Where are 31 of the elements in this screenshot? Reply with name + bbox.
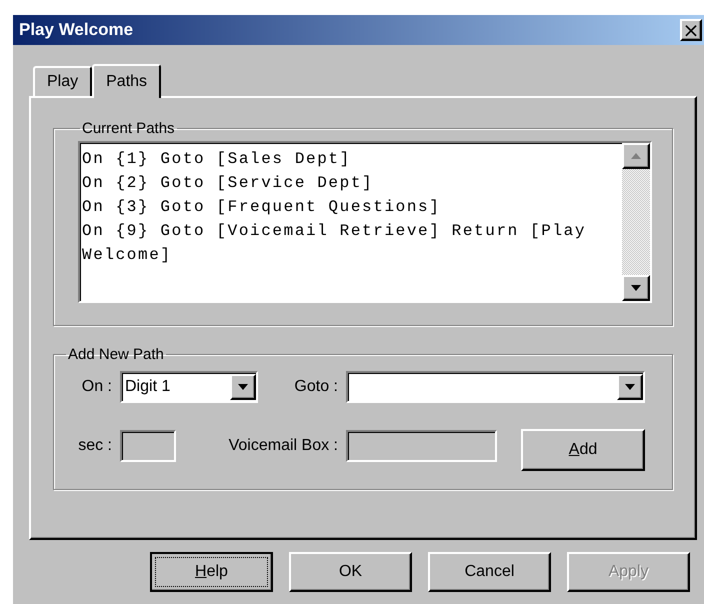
tab[interactable]: Paths: [92, 64, 162, 98]
path-entry[interactable]: On {9} Goto [Voicemail Retrieve] Return [Play Welcome]: [82, 219, 620, 267]
dialog-button[interactable]: Help: [150, 552, 273, 592]
path-entry[interactable]: On {1} Goto [Sales Dept]: [82, 147, 620, 171]
dropdown-button[interactable]: [617, 374, 643, 400]
scroll-up-button[interactable]: [622, 143, 650, 169]
close-button[interactable]: ×: [680, 19, 702, 41]
dropdown-button[interactable]: [230, 374, 256, 400]
field-label: Goto :: [293, 378, 338, 396]
group-label: Add New Path: [67, 346, 165, 363]
field-label: sec :: [77, 437, 112, 455]
path-entry[interactable]: On {3} Goto [Frequent Questions]: [82, 195, 620, 219]
path-entry[interactable]: On {2} Goto [Service Dept]: [82, 171, 620, 195]
dialog-button[interactable]: OK: [289, 552, 412, 592]
window-title: Play Welcome: [19, 20, 134, 40]
add-button[interactable]: Add: [521, 429, 645, 471]
paths-list[interactable]: On {1} Goto [Sales Dept] On {2} Goto [Service Dept] On {3} Goto [Frequent Questions] On {9} Goto [Voicemail Retrieve] Return [Play Welcome]: [78, 141, 652, 303]
goto-dropdown[interactable]: [346, 371, 645, 403]
dialog-button[interactable]: Cancel: [428, 552, 551, 592]
down-arrow-icon: [625, 384, 635, 390]
down-arrow-icon: [238, 384, 248, 390]
scroll-down-button[interactable]: [622, 275, 650, 301]
field-label: On :: [80, 378, 112, 396]
on-dropdown[interactable]: Digit 1: [120, 371, 258, 403]
dropdown-value: Digit 1: [124, 378, 172, 396]
tab[interactable]: Play: [33, 66, 92, 96]
up-arrow-icon: [631, 153, 641, 159]
scrollbar[interactable]: [622, 143, 650, 301]
group-label: Current Paths: [81, 120, 176, 137]
down-arrow-icon: [631, 285, 641, 291]
field-label: Voicemail Box :: [228, 437, 338, 455]
